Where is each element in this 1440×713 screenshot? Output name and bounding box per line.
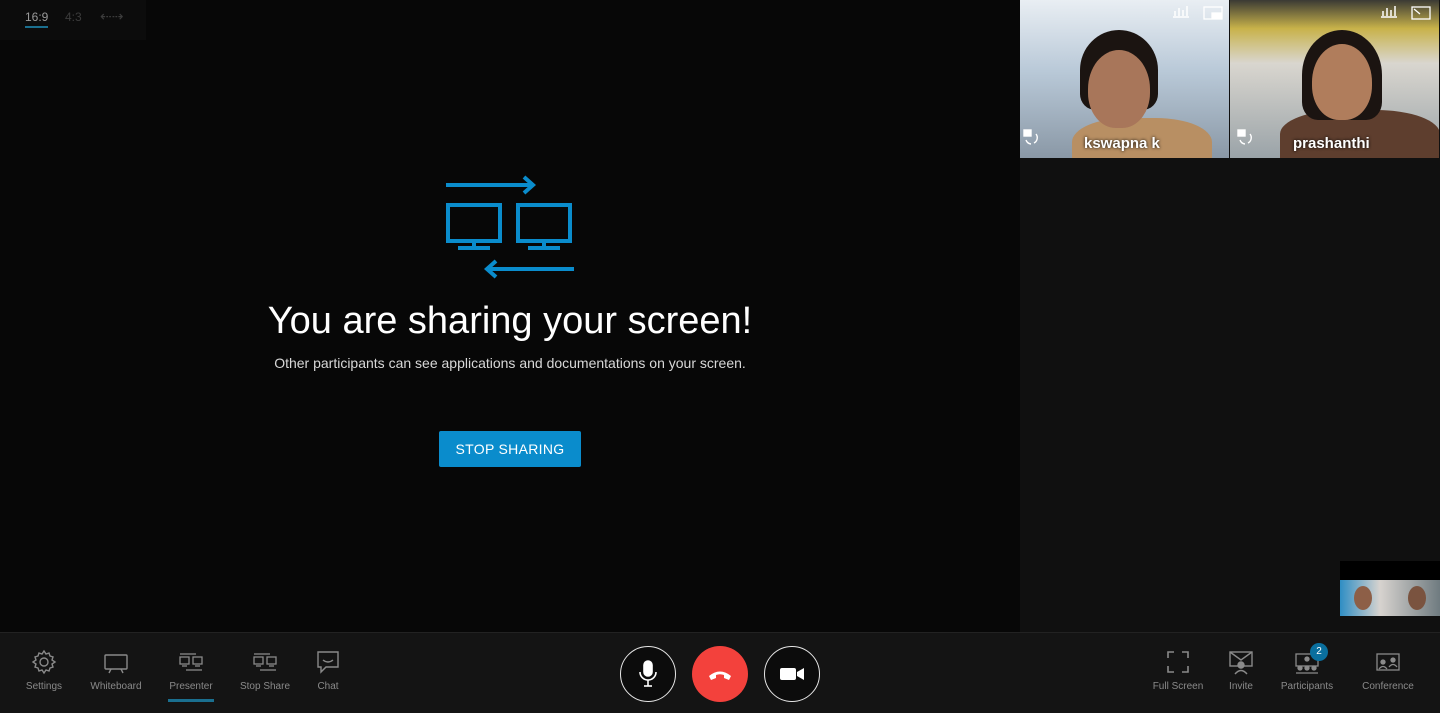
fullscreen-label: Full Screen — [1152, 681, 1204, 692]
switch-camera-icon[interactable] — [1236, 128, 1254, 146]
call-toolbar: Settings Whiteboard Presenter Stop Share… — [0, 632, 1440, 713]
settings-button[interactable]: Settings — [9, 649, 79, 692]
microphone-button[interactable] — [620, 646, 676, 702]
participant-video — [1312, 44, 1372, 120]
stop-share-label: Stop Share — [239, 681, 291, 692]
whiteboard-label: Whiteboard — [90, 681, 142, 692]
screen-share-icon — [446, 175, 574, 279]
participant-name: prashanthi — [1293, 135, 1370, 152]
sharing-description: Other participants can see applications … — [274, 355, 746, 371]
presenter-button[interactable]: Presenter — [156, 649, 226, 702]
switch-camera-icon[interactable] — [1022, 128, 1040, 146]
invite-button[interactable]: Invite — [1206, 649, 1276, 692]
chat-label: Chat — [317, 681, 339, 692]
chat-icon — [317, 651, 339, 674]
aspect-16-9-option[interactable]: 16:9 — [25, 10, 49, 28]
participant-name: kswapna k — [1084, 135, 1160, 152]
screen-share-stage: 16:9 4:3 ⇠⇢ You are sharing your screen!… — [0, 0, 1020, 632]
sharing-headline: You are sharing your screen! — [267, 300, 753, 342]
invite-label: Invite — [1229, 681, 1253, 692]
chat-button[interactable]: Chat — [293, 649, 363, 692]
aspect-ratio-switcher: 16:9 4:3 ⇠⇢ — [0, 0, 146, 40]
invite-icon — [1229, 651, 1253, 675]
fullscreen-button[interactable]: Full Screen — [1143, 649, 1213, 692]
microphone-icon — [639, 660, 657, 687]
participant-tile[interactable]: kswapna k — [1020, 0, 1229, 158]
participant-panel: kswapna k prashanthi — [1020, 0, 1440, 632]
stop-share-icon — [253, 653, 277, 671]
camera-button[interactable] — [764, 646, 820, 702]
fullscreen-icon — [1167, 651, 1189, 673]
aspect-4-3-option[interactable]: 4:3 — [65, 10, 82, 24]
self-view-face — [1408, 586, 1426, 610]
conference-button[interactable]: Conference — [1353, 649, 1423, 692]
gear-icon — [31, 649, 57, 675]
signal-stats-icon[interactable] — [1380, 4, 1398, 18]
whiteboard-icon — [104, 654, 128, 674]
pin-video-icon[interactable] — [1203, 6, 1223, 20]
conference-label: Conference — [1362, 681, 1414, 692]
hang-up-icon — [709, 671, 731, 680]
participants-label: Participants — [1280, 681, 1334, 692]
signal-stats-icon[interactable] — [1172, 4, 1190, 18]
presenter-icon — [179, 653, 203, 671]
video-camera-icon — [780, 668, 804, 680]
stop-sharing-button[interactable]: STOP SHARING — [439, 431, 581, 467]
participants-button[interactable]: 2 Participants — [1272, 643, 1342, 692]
pin-video-icon[interactable] — [1411, 6, 1431, 20]
swap-arrows-icon[interactable]: ⇠⇢ — [100, 8, 123, 25]
settings-label: Settings — [25, 681, 63, 692]
presenter-label: Presenter — [169, 681, 213, 692]
whiteboard-button[interactable]: Whiteboard — [81, 649, 151, 692]
stop-share-button[interactable]: Stop Share — [230, 649, 300, 692]
participant-video — [1088, 50, 1150, 128]
participants-count-badge: 2 — [1310, 643, 1328, 661]
participant-tile[interactable]: prashanthi — [1230, 0, 1439, 158]
conference-icon — [1376, 653, 1400, 671]
self-view-header — [1340, 561, 1440, 580]
self-view-face — [1354, 586, 1372, 610]
self-view-thumbnail[interactable] — [1340, 580, 1440, 616]
hang-up-button[interactable] — [692, 646, 748, 702]
